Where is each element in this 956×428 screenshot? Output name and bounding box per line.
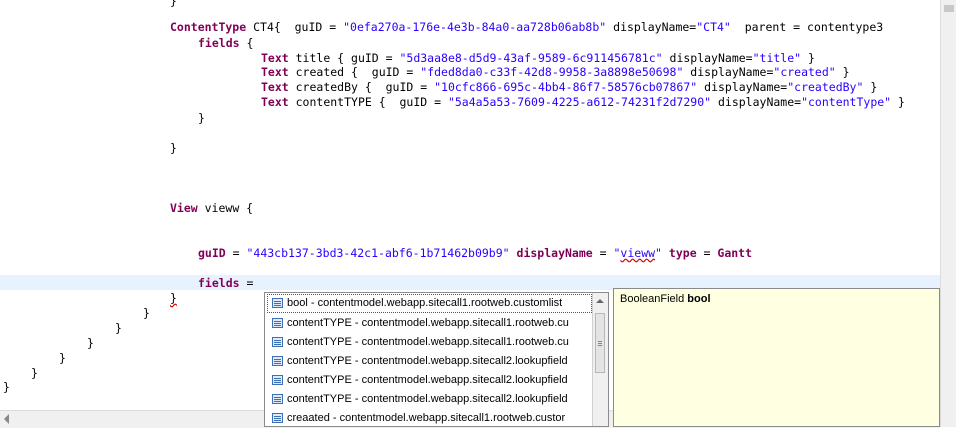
code-line: } <box>87 336 94 350</box>
info-tooltip: BooleanField bool <box>613 288 940 427</box>
overview-ruler-marker[interactable] <box>944 5 954 12</box>
field-list-icon <box>272 337 283 347</box>
field-list-icon <box>272 356 283 366</box>
code-line: } <box>59 351 66 365</box>
code-line: Text contentTYPE { guID = "5a4a5a53-7609… <box>261 95 905 109</box>
field-list-icon <box>272 318 283 328</box>
scroll-left-icon[interactable] <box>4 414 9 424</box>
overview-ruler[interactable] <box>940 0 956 427</box>
completion-item[interactable]: contentTYPE - contentmodel.webapp.siteca… <box>265 390 608 409</box>
completion-item-label: contentTYPE - contentmodel.webapp.siteca… <box>287 317 569 329</box>
completion-item[interactable]: contentTYPE - contentmodel.webapp.siteca… <box>265 371 608 390</box>
field-list-icon <box>272 298 283 308</box>
code-line: } <box>170 291 177 305</box>
content-assist-popup[interactable]: bool - contentmodel.webapp.sitecall1.roo… <box>264 292 609 427</box>
completion-item[interactable]: bool - contentmodel.webapp.sitecall1.roo… <box>267 294 592 313</box>
completion-item[interactable]: contentTYPE - contentmodel.webapp.siteca… <box>265 352 608 371</box>
code-line: ContentType CT4{ guID = "0efa270a-176e-4… <box>170 20 884 34</box>
field-list-icon <box>272 375 283 385</box>
completion-item-label: creaated - contentmodel.webapp.sitecall1… <box>287 412 566 424</box>
code-line: fields = <box>198 276 254 290</box>
grip-icon <box>598 341 602 342</box>
code-line: } <box>143 306 150 320</box>
code-line: } <box>31 366 38 380</box>
completion-item[interactable]: contentTYPE - contentmodel.webapp.siteca… <box>265 333 608 352</box>
code-line: fields { <box>198 36 254 50</box>
code-line: } <box>170 0 177 8</box>
code-line: } <box>198 111 205 125</box>
completion-item-label: contentTYPE - contentmodel.webapp.siteca… <box>287 374 568 386</box>
completion-item[interactable]: creaated - contentmodel.webapp.sitecall1… <box>265 409 608 426</box>
info-name: bool <box>687 293 711 305</box>
popup-vertical-scrollbar[interactable] <box>592 293 608 426</box>
code-line: } <box>3 380 10 394</box>
scrollbar-thumb[interactable] <box>595 313 605 373</box>
code-line: } <box>170 141 177 155</box>
completion-item[interactable]: contentTYPE - contentmodel.webapp.siteca… <box>265 314 608 333</box>
code-line: Text title { guID = "5d3aa8e8-d5d9-43af-… <box>261 51 815 65</box>
field-list-icon <box>272 394 283 404</box>
code-line: guID = "443cb137-3bd3-42c1-abf6-1b71462b… <box>198 246 753 260</box>
code-line: Text created { guID = "fded8da0-c33f-42d… <box>261 65 850 79</box>
info-type: BooleanField <box>620 293 685 305</box>
scroll-up-icon[interactable] <box>596 299 604 303</box>
code-line: Text createdBy { guID = "10cfc866-695c-4… <box>261 80 878 94</box>
completion-item-label: contentTYPE - contentmodel.webapp.siteca… <box>287 336 569 348</box>
field-list-icon <box>272 413 283 423</box>
code-line: View vieww { <box>170 201 254 215</box>
completion-item-label: contentTYPE - contentmodel.webapp.siteca… <box>287 355 568 367</box>
completion-item-label: contentTYPE - contentmodel.webapp.siteca… <box>287 393 568 405</box>
completion-item-label: bool - contentmodel.webapp.sitecall1.roo… <box>287 297 563 309</box>
code-line: } <box>115 321 122 335</box>
